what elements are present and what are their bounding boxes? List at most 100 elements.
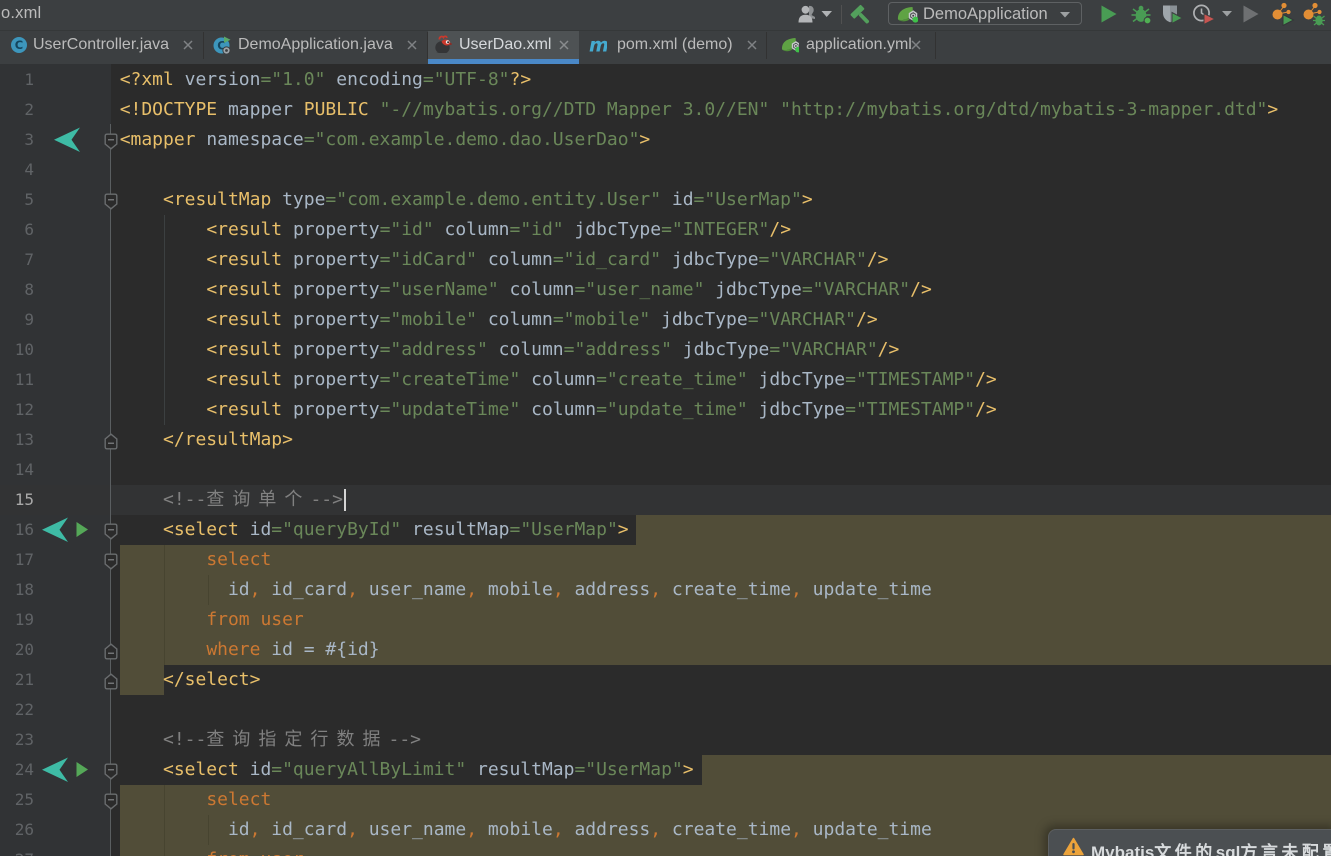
fold-start-marker[interactable] [104,523,118,541]
line-number[interactable]: 17 [0,545,34,575]
line-number[interactable]: 3 [0,125,34,155]
line-number[interactable]: 25 [0,785,34,815]
tab-label: UserController.java [33,36,170,53]
user-profile-icon[interactable] [797,3,819,25]
code-line: <resultMap type="com.example.demo.entity… [163,189,813,210]
spring-boot-config-icon [781,38,799,53]
code-line: where id = #{id} [206,639,380,660]
line-number[interactable]: 6 [0,215,34,245]
code-line: </select> [163,669,261,690]
line-number[interactable]: 21 [0,665,34,695]
line-number[interactable]: 12 [0,395,34,425]
run-sql-statement-icon [76,522,88,537]
code-line: <result property="mobile" column="mobile… [206,309,878,330]
run-disabled-icon [1243,5,1259,23]
fold-end-marker[interactable] [104,433,118,451]
close-tab-icon[interactable] [406,39,418,51]
close-tab-icon[interactable] [558,39,570,51]
line-number[interactable]: 8 [0,275,34,305]
code-line: <select id="queryById" resultMap="UserMa… [163,519,629,540]
line-number[interactable]: 7 [0,245,34,275]
code-line: from user [120,845,303,856]
line-number[interactable]: 22 [0,695,34,725]
line-number[interactable]: 11 [0,365,34,395]
tab-demoapplication-java[interactable]: C DemoApplication.java [204,31,427,59]
editor-area[interactable]: 1 2 3 4 5 6 7 8 9 10 11 12 13 14 15 16 17 18 19 20 21 22 23 24 2… [0,64,1331,856]
user-dropdown-caret-icon[interactable] [821,10,833,18]
run-with-coverage-icon[interactable] [1161,3,1187,25]
line-number[interactable]: 27 [0,845,34,856]
toolbar-separator [841,5,842,24]
line-number[interactable]: 1 [0,65,34,95]
tab-label: UserDao.xml [459,36,552,53]
build-hammer-icon[interactable] [849,3,873,27]
line-number[interactable]: 2 [0,95,34,125]
code-line: <!DOCTYPE mapper PUBLIC "-//mybatis.org/… [119,99,1279,120]
code-line: id, id_card, user_name, mobile, address,… [227,579,932,600]
fold-start-marker[interactable] [104,793,118,811]
tab-application-yml[interactable]: application.yml [767,31,935,59]
fold-start-marker[interactable] [104,133,118,151]
line-number[interactable]: 14 [0,455,34,485]
line-number[interactable]: 23 [0,725,34,755]
run-config-caret-icon [1060,12,1070,18]
line-number[interactable]: 16 [0,515,34,545]
java-class-icon: C [11,37,27,53]
close-tab-icon[interactable] [910,39,922,51]
debug-button-icon[interactable] [1130,4,1154,25]
mybatis-bird-icon [435,35,452,53]
spring-boot-run-config-icon [897,7,918,23]
tab-label: application.yml [806,36,912,53]
line-number[interactable]: 18 [0,575,34,605]
maven-icon: m [589,36,607,54]
line-number[interactable]: 26 [0,815,34,845]
run-button-icon[interactable] [1099,4,1119,24]
tab-label: pom.xml (demo) [617,36,733,53]
close-tab-icon[interactable] [746,39,758,51]
fold-start-marker[interactable] [104,763,118,781]
fold-start-marker[interactable] [104,553,118,571]
profiler-button-icon[interactable] [1192,3,1218,26]
fold-start-marker[interactable] [104,193,118,211]
mybatis-nav-arrow-icon[interactable] [54,127,104,153]
ide-window: { "window": { "title": "o.xml" }, "toolb… [0,0,1331,856]
tab-pom-xml[interactable]: m pom.xml (demo) [580,31,766,59]
svg-text:m: m [589,36,607,54]
code-line: <!--查询指定行数据--> [163,729,422,750]
run-sql-statement-icon [76,762,88,777]
line-number[interactable]: 19 [0,605,34,635]
run-configuration-name: DemoApplication [923,5,1048,23]
code-line: <result property="address" column="addre… [206,339,900,360]
code-line: <select id="queryAllByLimit" resultMap="… [163,759,694,780]
code-line: <result property="createTime" column="cr… [206,369,997,390]
fold-region-line [110,124,111,856]
close-tab-icon[interactable] [182,39,194,51]
profile-cpu-icon[interactable] [1270,2,1296,26]
line-number[interactable]: 9 [0,305,34,335]
line-number[interactable]: 4 [0,155,34,185]
fold-end-marker[interactable] [104,673,118,691]
code-line: select [206,789,272,810]
code-line: <!--查询单个--> [163,489,343,510]
line-number[interactable]: 10 [0,335,34,365]
tab-usercontroller-java[interactable]: C UserController.java [0,31,203,59]
line-number[interactable]: 13 [0,425,34,455]
tab-userdao-xml[interactable]: UserDao.xml [428,31,579,59]
title-bar: o.xml DemoApplication [0,0,1331,31]
code-line: </resultMap> [163,429,293,450]
line-number[interactable]: 5 [0,185,34,215]
code-line: <result property="userName" column="user… [206,279,932,300]
mybatis-nav-arrow-icon[interactable] [42,517,92,543]
svg-text:C: C [15,38,23,52]
profiler-caret-icon[interactable] [1221,10,1233,18]
code-line: from user [206,609,304,630]
fold-end-marker[interactable] [104,643,118,661]
line-number[interactable]: 20 [0,635,34,665]
notification-balloon[interactable]: Mybatis文件的sql方言未配置 [1048,829,1331,856]
mybatis-nav-arrow-icon[interactable] [42,757,92,783]
line-number[interactable]: 24 [0,755,34,785]
code-line: select [206,549,272,570]
profile-alloc-icon[interactable] [1301,2,1327,26]
run-configuration-combo[interactable]: DemoApplication [888,2,1082,25]
line-number[interactable]: 15 [0,485,34,515]
